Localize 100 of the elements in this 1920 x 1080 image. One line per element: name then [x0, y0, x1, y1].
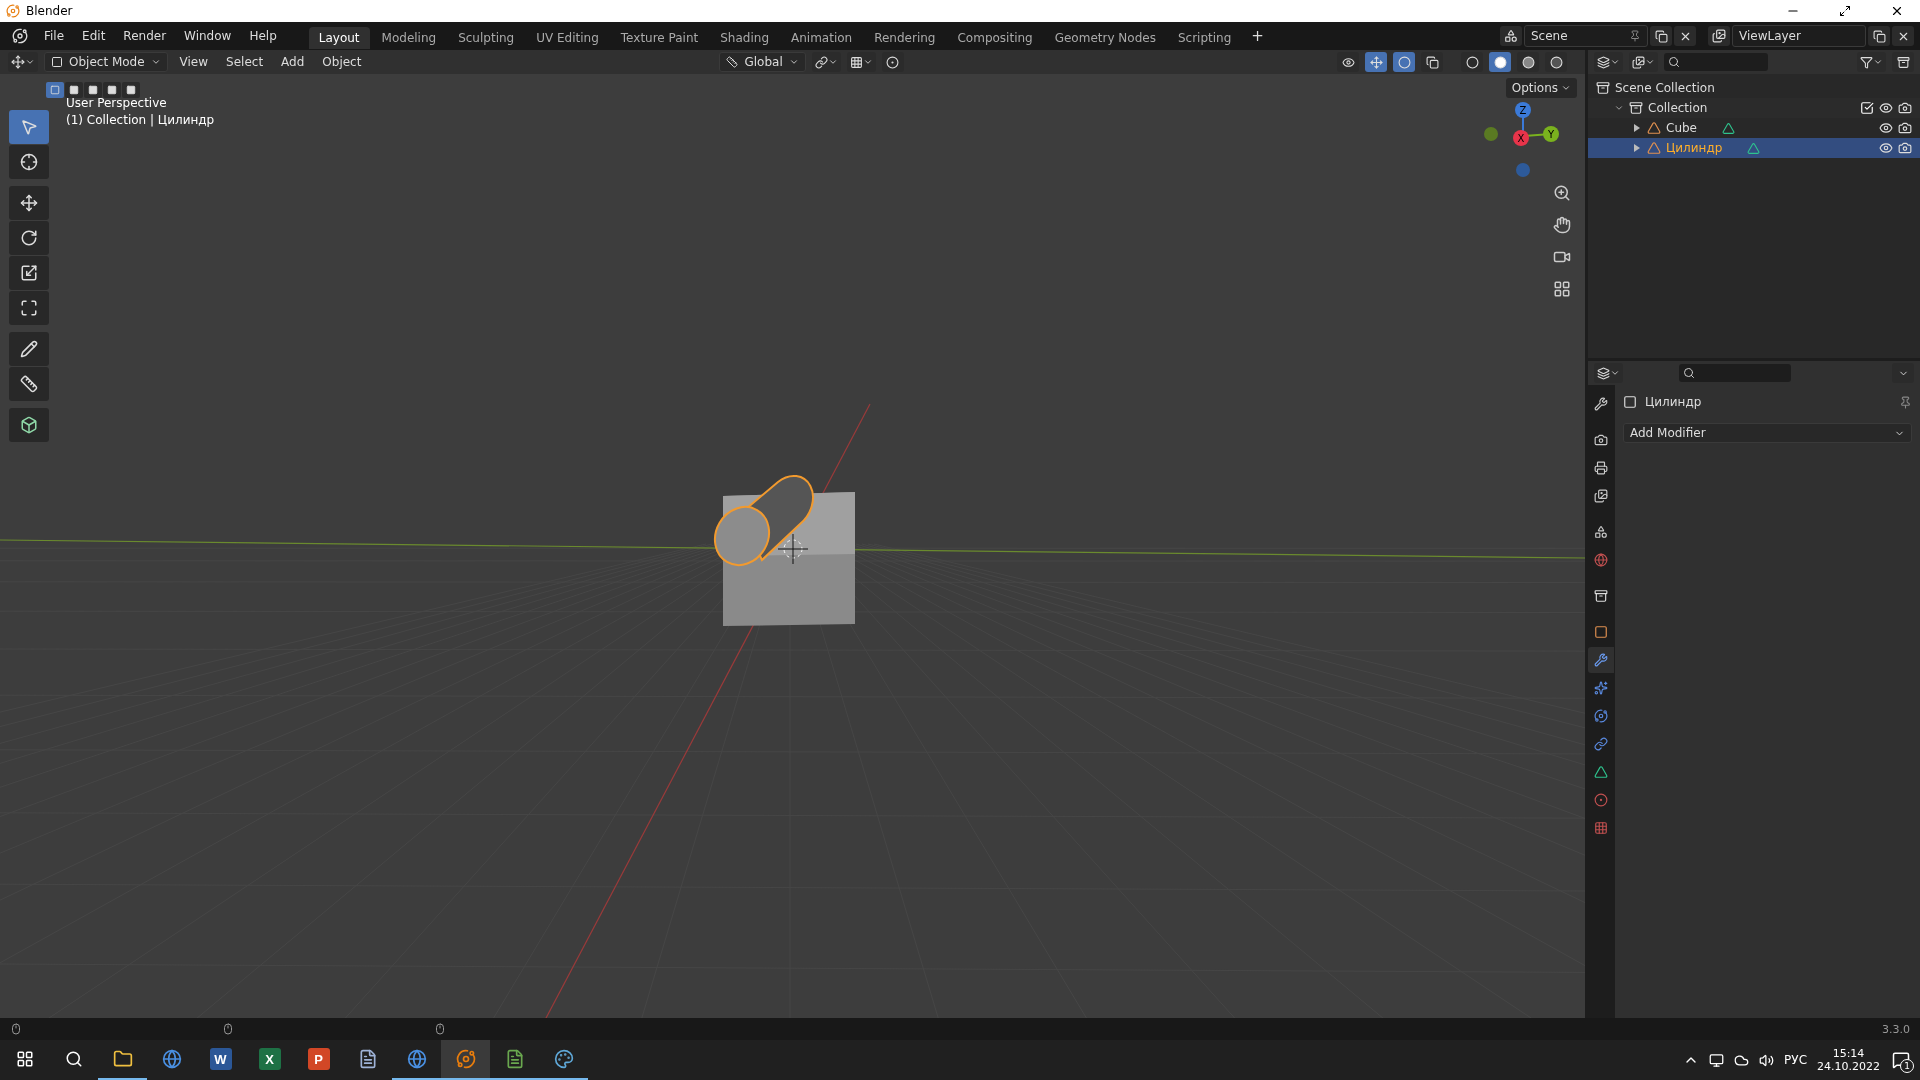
app-logo-icon [6, 4, 20, 18]
add-modifier-dropdown[interactable]: Add Modifier [1623, 423, 1912, 443]
taskbar-app-button[interactable] [441, 1040, 490, 1080]
checkbox[interactable] [1860, 101, 1874, 115]
selection-mode-button[interactable] [122, 82, 140, 98]
taskbar-app-button[interactable]: X [245, 1040, 294, 1080]
editor-type-button[interactable] [8, 52, 38, 72]
pan-button[interactable] [1551, 214, 1573, 236]
expanded-caret-icon[interactable] [1614, 103, 1624, 113]
eye-icon[interactable] [1879, 141, 1893, 155]
notifications-button[interactable]: 1 [1890, 1049, 1912, 1071]
pin-icon[interactable] [1629, 30, 1641, 42]
delete-view-layer-button[interactable] [1892, 26, 1914, 46]
view-layer-field[interactable]: ViewLayer [1732, 25, 1866, 47]
header-menu-item[interactable]: Object [316, 53, 368, 71]
workspace-tab[interactable]: Shading [710, 27, 779, 49]
tool-button[interactable] [9, 145, 49, 179]
app-tile: P [307, 1048, 330, 1070]
taskbar-app-button[interactable]: W [196, 1040, 245, 1080]
tool-button[interactable] [9, 367, 49, 401]
speaker-icon[interactable] [1759, 1052, 1775, 1068]
new-scene-button[interactable] [1650, 26, 1672, 46]
tool-button[interactable] [9, 256, 49, 290]
menu-item[interactable]: Help [241, 26, 285, 46]
workspace-tab[interactable]: UV Editing [526, 27, 609, 49]
camera-icon[interactable] [1898, 141, 1912, 155]
navigation-gizmo[interactable]: Z X Y [1483, 96, 1563, 180]
add-workspace-button[interactable]: + [1243, 24, 1272, 48]
mode-dropdown[interactable]: Object Mode [44, 52, 168, 72]
new-view-layer-button[interactable] [1868, 26, 1890, 46]
menu-item[interactable]: Render [115, 26, 175, 46]
header-menu-item[interactable]: Select [220, 53, 270, 71]
search-field[interactable] [1664, 53, 1768, 71]
selection-mode-button[interactable] [84, 82, 102, 98]
workspace-tab[interactable]: Scripting [1167, 27, 1242, 49]
tool-button[interactable] [9, 221, 49, 255]
eye-icon[interactable] [1879, 101, 1893, 115]
negative-z-axis-handle[interactable] [1516, 163, 1530, 177]
eye-icon[interactable] [1879, 121, 1893, 135]
gizmo-toggle[interactable] [1365, 52, 1387, 72]
editor-type-button[interactable] [1594, 363, 1623, 383]
language-indicator[interactable]: РУС [1784, 1053, 1807, 1067]
material-shading-button[interactable] [1517, 52, 1539, 72]
tool-button[interactable] [9, 332, 49, 366]
menu-item[interactable]: Window [176, 26, 240, 46]
delete-scene-button[interactable] [1674, 26, 1696, 46]
filter-button[interactable] [1857, 52, 1886, 72]
proportional-edit-button[interactable] [881, 52, 904, 72]
workspace-tab[interactable]: Geometry Nodes [1044, 27, 1166, 49]
workspace-tab[interactable]: Modeling [371, 27, 447, 49]
tool-button[interactable] [9, 291, 49, 325]
pivot-button[interactable] [811, 52, 841, 72]
menu-item[interactable]: File [36, 26, 73, 46]
menu-item[interactable]: Edit [74, 26, 114, 46]
outliner-row[interactable]: Цилиндр [1588, 138, 1920, 158]
taskbar-app-button[interactable]: P [294, 1040, 343, 1080]
network-icon[interactable] [1709, 1052, 1725, 1068]
rendered-shading-button[interactable] [1545, 52, 1567, 72]
view-layer-selector-button[interactable] [1708, 26, 1730, 46]
outliner-item-label: Цилиндр [1666, 141, 1723, 155]
pin-icon[interactable] [1899, 395, 1912, 409]
options-dropdown[interactable]: Options [1505, 78, 1577, 98]
scene-field[interactable]: Scene [1524, 25, 1648, 47]
clock[interactable]: 15:14 24.10.2022 [1817, 1047, 1880, 1073]
visibility-toggle[interactable] [1337, 52, 1359, 72]
selection-mode-button[interactable] [103, 82, 121, 98]
camera-icon[interactable] [1898, 121, 1912, 135]
workspace-tab[interactable]: Animation [781, 27, 863, 49]
wireframe-shading-button[interactable] [1461, 52, 1483, 72]
xray-toggle[interactable] [1421, 52, 1443, 72]
workspace-tab[interactable]: Texture Paint [610, 27, 709, 49]
outliner-row[interactable]: Cube [1588, 118, 1920, 138]
cloud-icon[interactable] [1734, 1052, 1750, 1068]
scene-selector-button[interactable] [1500, 26, 1522, 46]
workspace-tab[interactable]: Rendering [864, 27, 946, 49]
header-menu-item[interactable]: Add [275, 53, 311, 71]
snap-button[interactable] [846, 52, 876, 72]
workspace-tab[interactable]: Sculpting [448, 27, 525, 49]
app-logo-icon[interactable] [12, 28, 28, 44]
workspace-tab[interactable]: Layout [308, 27, 370, 49]
solid-shading-button[interactable] [1489, 52, 1511, 72]
new-collection-button[interactable] [1892, 52, 1914, 72]
orientation-dropdown[interactable]: Global [719, 52, 806, 72]
negative-y-axis-handle[interactable] [1484, 127, 1498, 141]
tool-button[interactable] [9, 408, 49, 442]
display-mode-button[interactable] [1629, 52, 1658, 72]
search-field[interactable] [1679, 364, 1791, 382]
selection-mode-button[interactable] [65, 82, 83, 98]
editor-type-button[interactable] [1594, 52, 1623, 72]
header-menu-item[interactable]: View [173, 53, 215, 71]
caret-icon [788, 57, 799, 67]
mesh-data-icon [1747, 141, 1761, 155]
tool-button[interactable] [9, 186, 49, 220]
camera-icon[interactable] [1898, 101, 1912, 115]
overlay-toggle[interactable] [1393, 52, 1415, 72]
outliner-row[interactable]: Scene Collection [1588, 78, 1920, 98]
globe-icon [161, 1049, 182, 1069]
mesh-object-icon [1647, 141, 1661, 155]
workspace-tab[interactable]: Compositing [947, 27, 1043, 49]
caret-icon [25, 57, 35, 67]
